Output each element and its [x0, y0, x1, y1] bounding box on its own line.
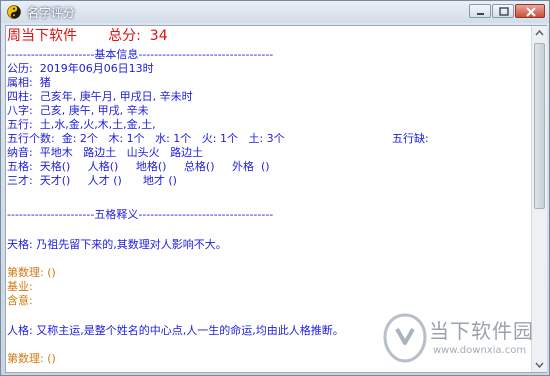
maximize-icon [499, 7, 509, 16]
section-five-grid: ----------------------五格释义--------------… [7, 208, 274, 221]
minimize-icon [477, 13, 484, 15]
foundation-label: 基业: [7, 280, 33, 293]
window-title: 名字评分 [27, 6, 76, 20]
wuxing: 五行: 土,水,金,火,木,土,金,土, [7, 118, 156, 131]
app-window: 名字评分 周当下软件 总分: 34 ----------------------… [0, 0, 550, 376]
meaning-label: 含意: [7, 294, 33, 307]
score-value: 34 [149, 28, 168, 44]
brand-name: 周当下软件 [7, 28, 77, 44]
close-icon [526, 7, 536, 17]
wuxing-count: 五行个数: 金: 2个 木: 1个 水: 1个 火: 1个 土: 3个 [7, 132, 285, 145]
title-bar[interactable]: 名字评分 [1, 1, 549, 23]
maximize-button[interactable] [492, 4, 514, 18]
zodiac: 属相: 猪 [7, 76, 51, 89]
watermark-url: www.downxia.com [433, 345, 527, 356]
app-yinyang-icon [7, 5, 21, 19]
section-basic-info: ----------------------基本信息--------------… [7, 48, 274, 61]
nayin: 纳音: 平地木 路边土 山头火 路边土 [7, 146, 204, 159]
four-pillars: 四柱: 己亥年, 庚午月, 甲戌日, 辛未时 [7, 90, 193, 103]
ren-grid-explain: 人格: 又称主运,是整个姓名的中心点,人一生的命运,均由此人格推断。 [7, 324, 344, 337]
five-grids: 五格: 天格() 人格() 地格() 总格() 外格 () [7, 160, 270, 173]
solar-date: 公历: 2019年06月06日13时 [7, 62, 154, 75]
number-label-1: 第数理: () [7, 266, 56, 279]
bazi: 八字: 己亥, 庚午, 甲戌, 辛未 [7, 104, 149, 117]
watermark-name: 当下软件园 [429, 319, 534, 343]
watermark: 当下软件园 www.downxia.com [383, 311, 543, 369]
scrollbar-thumb[interactable] [534, 43, 545, 209]
scroll-up-icon[interactable] [532, 26, 547, 41]
header-line: 周当下软件 总分: 34 [7, 28, 168, 44]
tian-grid-explain: 天格: 乃祖先留下来的,其数理对人影响不大。 [7, 238, 227, 251]
wuxing-missing: 五行缺: [392, 132, 429, 145]
number-label-2: 第数理: () [7, 352, 56, 365]
score-label: 总分: [108, 28, 141, 44]
minimize-button[interactable] [469, 4, 491, 18]
close-button[interactable] [515, 4, 545, 18]
watermark-logo-icon [383, 313, 427, 363]
three-talents: 三才: 天才() 人才 () 地才 () [7, 174, 177, 187]
